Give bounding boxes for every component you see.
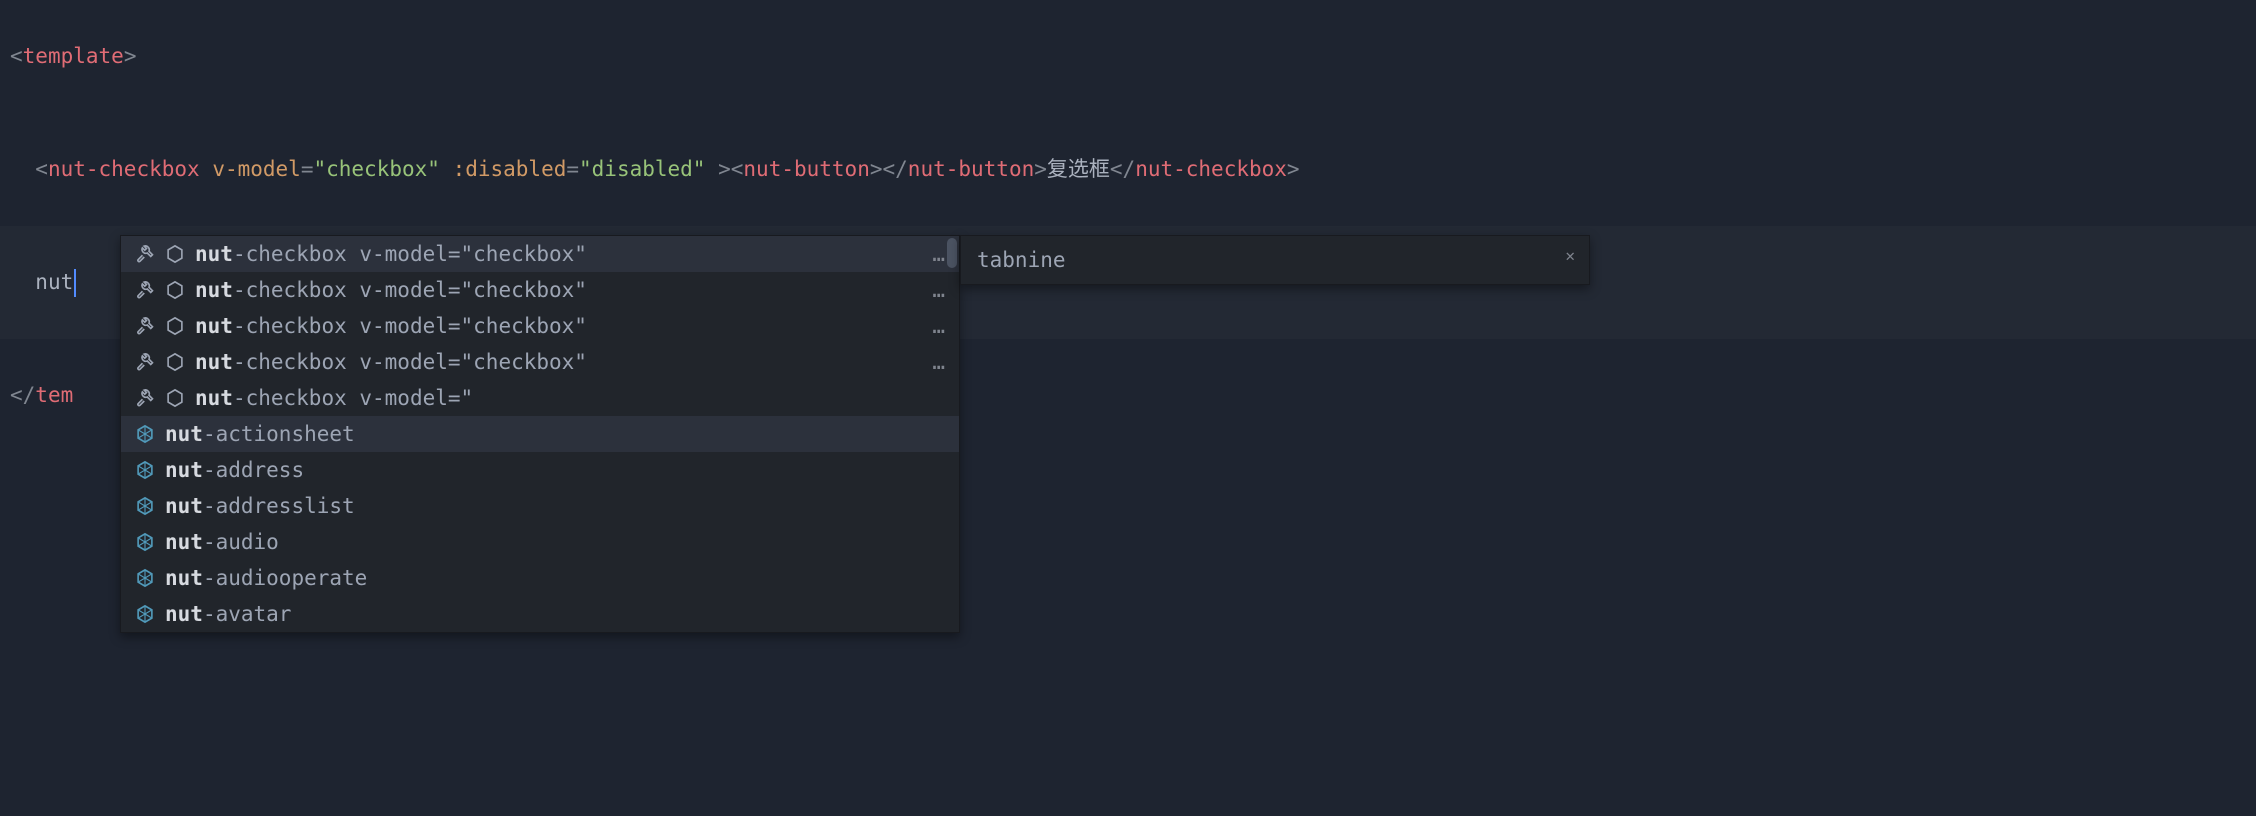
indent bbox=[10, 265, 35, 301]
ellipsis-icon: … bbox=[932, 350, 945, 374]
equals: = bbox=[301, 157, 314, 181]
suggestion-item[interactable]: nut-addresslist bbox=[121, 488, 959, 524]
hexagon-icon bbox=[165, 316, 185, 336]
tag-name: nut-checkbox bbox=[1135, 157, 1287, 181]
component-icon bbox=[135, 424, 155, 444]
text-cursor bbox=[74, 269, 76, 297]
component-icon bbox=[135, 460, 155, 480]
angle-bracket: > bbox=[1287, 157, 1300, 181]
close-icon[interactable]: ✕ bbox=[1565, 246, 1575, 265]
component-icon bbox=[135, 604, 155, 624]
attr-value: "checkbox" bbox=[313, 157, 439, 181]
scrollbar[interactable] bbox=[947, 238, 957, 268]
detail-text: tabnine bbox=[977, 248, 1066, 272]
suggestion-label: nut-checkbox v-model="checkbox" bbox=[195, 350, 587, 374]
suggestion-list[interactable]: nut-checkbox v-model="checkbox" …nut-che… bbox=[120, 235, 960, 633]
suggestion-item[interactable]: nut-checkbox v-model="checkbox" … bbox=[121, 344, 959, 380]
suggestion-item[interactable]: nut-actionsheet bbox=[121, 416, 959, 452]
suggestion-label: nut-checkbox v-model=" bbox=[195, 386, 473, 410]
suggestion-label: nut-checkbox v-model="checkbox" bbox=[195, 278, 587, 302]
angle-bracket: < bbox=[10, 44, 23, 68]
equals: = bbox=[566, 157, 579, 181]
angle-bracket: > bbox=[1034, 157, 1047, 181]
angle-bracket: </ bbox=[10, 383, 35, 407]
suggestion-label: nut-actionsheet bbox=[165, 422, 355, 446]
suggestion-item[interactable]: nut-address bbox=[121, 452, 959, 488]
autocomplete-popup: nut-checkbox v-model="checkbox" …nut-che… bbox=[120, 235, 1590, 633]
ellipsis-icon: … bbox=[932, 314, 945, 338]
wrench-icon bbox=[135, 244, 155, 264]
hexagon-icon bbox=[165, 352, 185, 372]
hexagon-icon bbox=[165, 388, 185, 408]
suggestion-item[interactable]: nut-checkbox v-model="checkbox" … bbox=[121, 272, 959, 308]
typed-text: nut bbox=[35, 270, 73, 294]
tag-name: nut-checkbox bbox=[48, 157, 200, 181]
angle-bracket: > bbox=[124, 44, 137, 68]
suggestion-item[interactable]: nut-checkbox v-model=" bbox=[121, 380, 959, 416]
suggestion-item[interactable]: nut-checkbox v-model="checkbox" … bbox=[121, 308, 959, 344]
ellipsis-icon: … bbox=[932, 242, 945, 266]
tag-name: nut-button bbox=[908, 157, 1034, 181]
suggestion-item[interactable]: nut-audio bbox=[121, 524, 959, 560]
attr-name: v-model bbox=[200, 157, 301, 181]
wrench-icon bbox=[135, 316, 155, 336]
hexagon-icon bbox=[165, 244, 185, 264]
suggestion-label: nut-audiooperate bbox=[165, 566, 367, 590]
angle-bracket: </ bbox=[1110, 157, 1135, 181]
angle-bracket: > bbox=[705, 157, 730, 181]
wrench-icon bbox=[135, 280, 155, 300]
suggestion-item[interactable]: nut-avatar bbox=[121, 596, 959, 632]
component-icon bbox=[135, 568, 155, 588]
angle-bracket: </ bbox=[883, 157, 908, 181]
component-icon bbox=[135, 496, 155, 516]
suggestion-label: nut-address bbox=[165, 458, 304, 482]
indent bbox=[10, 152, 35, 188]
ellipsis-icon: … bbox=[932, 278, 945, 302]
hexagon-icon bbox=[165, 280, 185, 300]
suggestion-item[interactable]: nut-checkbox v-model="checkbox" … bbox=[121, 236, 959, 272]
suggestion-item[interactable]: nut-audiooperate bbox=[121, 560, 959, 596]
code-line-2[interactable]: <nut-checkbox v-model="checkbox" :disabl… bbox=[0, 113, 2256, 226]
attr-name: :disabled bbox=[440, 157, 566, 181]
suggestion-label: nut-checkbox v-model="checkbox" bbox=[195, 242, 587, 266]
suggestion-label: nut-avatar bbox=[165, 602, 291, 626]
suggestion-detail-panel: tabnine ✕ bbox=[960, 235, 1590, 285]
suggestion-label: nut-checkbox v-model="checkbox" bbox=[195, 314, 587, 338]
suggestion-label: nut-audio bbox=[165, 530, 279, 554]
component-icon bbox=[135, 532, 155, 552]
tag-name: template bbox=[23, 44, 124, 68]
angle-bracket: < bbox=[731, 157, 744, 181]
suggestion-label: nut-addresslist bbox=[165, 494, 355, 518]
wrench-icon bbox=[135, 352, 155, 372]
wrench-icon bbox=[135, 388, 155, 408]
text-content: 复选框 bbox=[1047, 157, 1110, 181]
angle-bracket: > bbox=[870, 157, 883, 181]
angle-bracket: < bbox=[35, 157, 48, 181]
tag-name: tem bbox=[35, 383, 73, 407]
tag-name: nut-button bbox=[743, 157, 869, 181]
attr-value: "disabled" bbox=[579, 157, 705, 181]
code-line-1[interactable]: <template> bbox=[0, 0, 2256, 113]
